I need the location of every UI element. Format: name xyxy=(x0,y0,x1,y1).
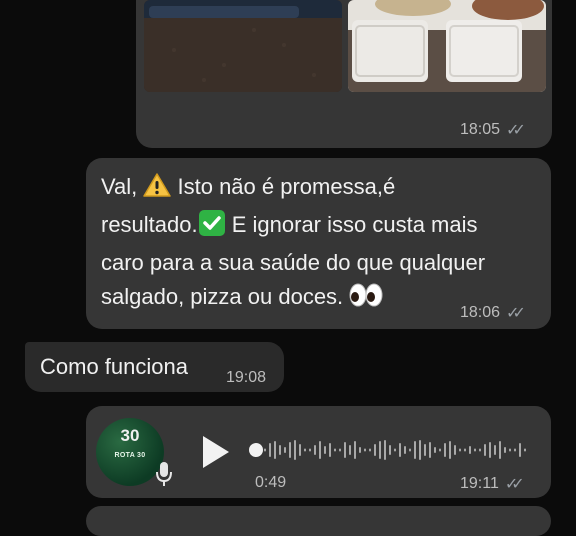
waveform-bar xyxy=(519,443,521,457)
read-ticks-icon: ✓✓ xyxy=(506,122,526,139)
waveform-bar xyxy=(264,448,266,452)
checkmark-emoji xyxy=(198,210,226,246)
waveform-bar xyxy=(469,446,471,454)
waveform-bar xyxy=(489,442,491,458)
waveform-bar xyxy=(289,442,291,458)
waveform-bar xyxy=(394,448,396,452)
outgoing-message-bubble[interactable]: Val, Isto não é promessa,é resultado. E … xyxy=(86,158,551,329)
waveform-bar xyxy=(314,445,316,455)
waveform-bar xyxy=(344,442,346,458)
waveform-bar xyxy=(524,448,526,452)
play-icon xyxy=(203,436,229,468)
waveform-bar xyxy=(324,446,326,454)
waveform-bar xyxy=(454,445,456,455)
waveform-bar xyxy=(439,448,441,452)
play-button[interactable] xyxy=(199,432,233,472)
audio-waveform[interactable] xyxy=(246,432,536,468)
waveform-bar xyxy=(429,442,431,458)
message-timestamp: 19:11 ✓✓ xyxy=(460,474,525,494)
waveform-bar xyxy=(279,445,281,455)
waveform-bar xyxy=(349,445,351,455)
playback-knob[interactable] xyxy=(249,443,263,457)
waveform-bar xyxy=(384,440,386,460)
waveform-bar xyxy=(499,441,501,459)
message-text: Como funciona xyxy=(40,354,188,379)
next-message-bubble[interactable] xyxy=(86,506,551,536)
waveform-bar xyxy=(494,445,496,455)
avatar-number: 30 xyxy=(120,426,140,445)
waveform-bar xyxy=(319,441,321,459)
waveform-bar xyxy=(379,441,381,459)
waveform-bar xyxy=(329,443,331,457)
waveform-bar xyxy=(359,447,361,453)
waveform-bar xyxy=(449,441,451,459)
incoming-message-bubble[interactable]: Como funciona 19:08 xyxy=(25,342,284,392)
eyes-emoji xyxy=(349,282,383,318)
waveform-bar xyxy=(434,447,436,453)
read-ticks-icon: ✓✓ xyxy=(504,476,525,493)
waveform-bar xyxy=(424,444,426,456)
voice-message-bubble[interactable]: 30 ROTA 30 0:49 19:11 ✓✓ xyxy=(86,406,551,498)
waveform-bar xyxy=(474,448,476,452)
waveform-bar xyxy=(364,448,366,452)
message-timestamp: 18:06 ✓✓ xyxy=(460,303,526,323)
waveform-bar xyxy=(389,445,391,455)
voice-duration: 0:49 xyxy=(255,474,287,491)
waveform-bar xyxy=(369,448,371,452)
message-timestamp: 18:05 ✓✓ xyxy=(460,120,526,140)
waveform-bar xyxy=(404,446,406,454)
waveform-bar xyxy=(484,444,486,456)
photo-message-bubble[interactable]: 18:05 ✓✓ xyxy=(136,0,552,148)
mic-icon xyxy=(155,460,173,493)
message-timestamp: 19:08 xyxy=(226,369,267,386)
photo-container-lids[interactable] xyxy=(144,0,342,92)
waveform-bar xyxy=(514,448,516,452)
waveform-bar xyxy=(479,448,481,452)
waveform-bar xyxy=(294,440,296,460)
waveform-bar xyxy=(504,447,506,453)
waveform-bar xyxy=(509,448,511,452)
waveform-bar xyxy=(299,444,301,456)
waveform-bar xyxy=(274,441,276,459)
waveform-bar xyxy=(304,448,306,452)
waveform-bar xyxy=(399,443,401,457)
read-ticks-icon: ✓✓ xyxy=(506,305,526,322)
message-text: Val, Isto não é promessa,é resultado. E … xyxy=(101,170,541,318)
waveform-bar xyxy=(309,448,311,452)
waveform-bar xyxy=(464,448,466,452)
avatar-label: ROTA 30 xyxy=(114,452,146,459)
waveform-bar xyxy=(459,448,461,452)
waveform-bar xyxy=(374,444,376,456)
waveform-bar xyxy=(339,448,341,452)
waveform-bar xyxy=(354,441,356,459)
waveform-bar xyxy=(409,448,411,452)
waveform-bar xyxy=(419,440,421,460)
photo-food-containers[interactable] xyxy=(348,0,546,92)
warning-emoji xyxy=(143,172,172,208)
waveform-bar xyxy=(284,447,286,453)
waveform-bar xyxy=(414,441,416,459)
avatar[interactable]: 30 ROTA 30 xyxy=(96,418,164,486)
waveform-bar xyxy=(334,448,336,452)
waveform-bar xyxy=(269,443,271,457)
waveform-bar xyxy=(444,443,446,457)
